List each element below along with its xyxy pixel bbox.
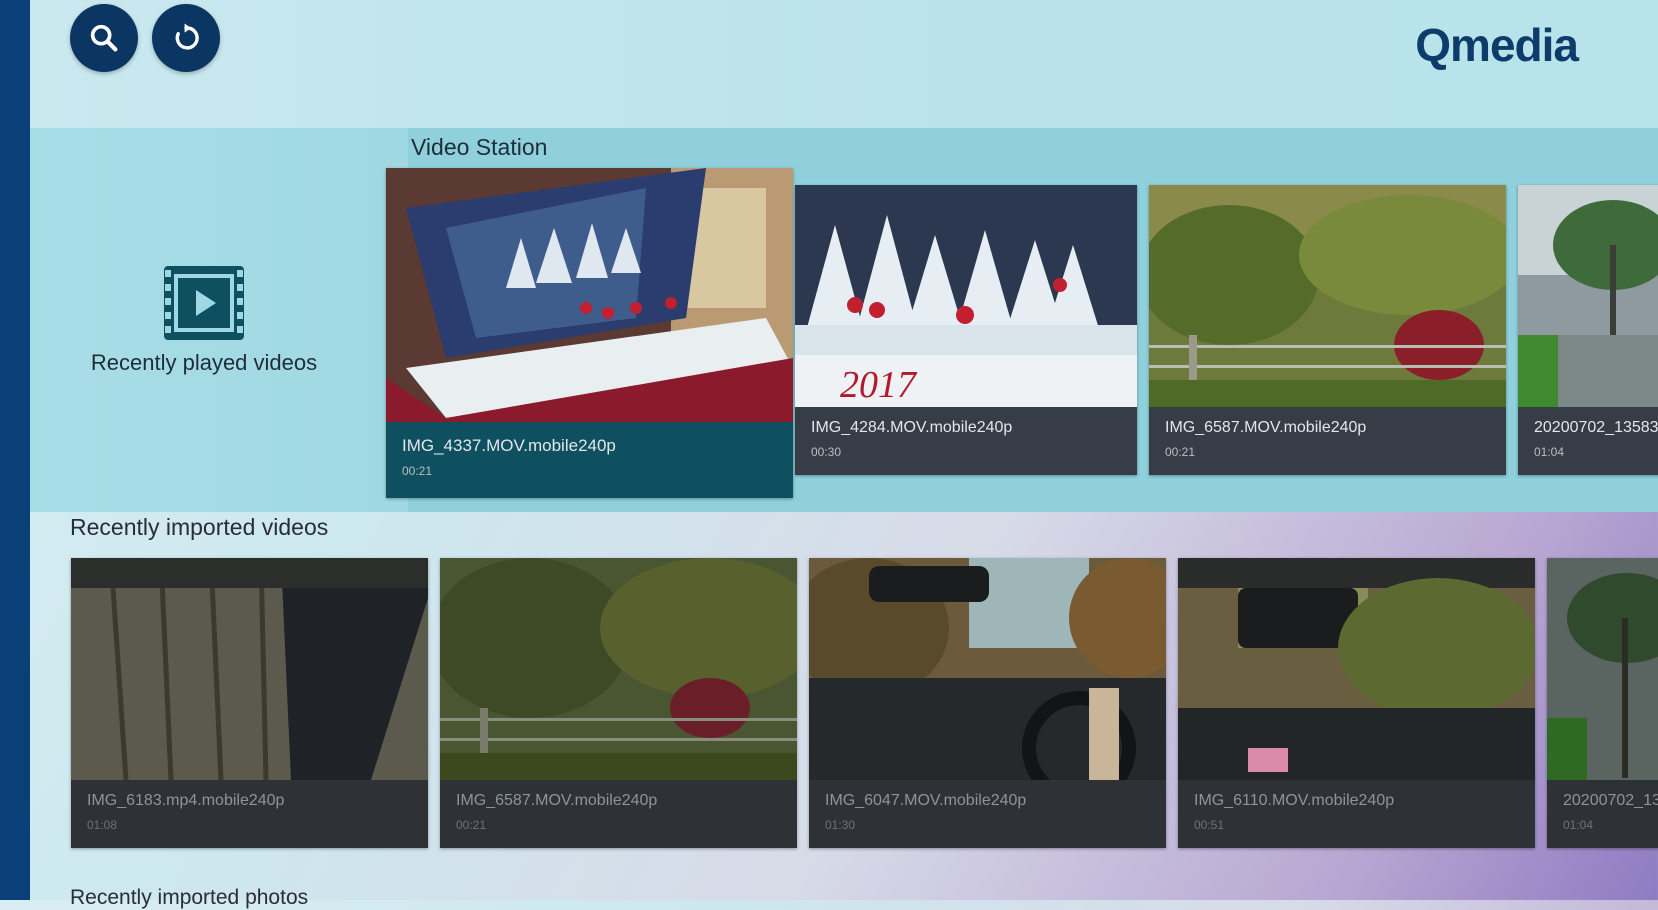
video-info-bar: 20200702_135835 01:04: [1518, 407, 1658, 475]
video-thumbnail: [386, 168, 793, 422]
video-card[interactable]: 2017 IMG_4284.MOV.mobile240p 00:30: [795, 185, 1137, 475]
video-card[interactable]: 20200702_135835 01:04: [1518, 185, 1658, 475]
search-button[interactable]: [70, 4, 138, 72]
qmedia-logo: Qmedia: [1415, 19, 1579, 71]
video-name: IMG_4284.MOV.mobile240p: [811, 419, 1013, 436]
video-name: IMG_6587.MOV.mobile240p: [1165, 419, 1367, 436]
recently-imported-photos-title: Recently imported photos: [70, 886, 309, 909]
video-info-bar: IMG_6110.MOV.mobile240p 00:51: [1178, 780, 1535, 848]
video-card[interactable]: IMG_6587.MOV.mobile240p 00:21: [440, 558, 797, 848]
svg-text:2017: 2017: [840, 364, 918, 406]
video-duration: 00:30: [811, 445, 842, 459]
left-rail: [0, 0, 30, 900]
video-info-bar: IMG_6587.MOV.mobile240p 00:21: [440, 780, 797, 848]
film-play-icon: [164, 266, 244, 340]
video-thumbnail: [1149, 185, 1506, 407]
video-duration: 00:21: [1165, 445, 1196, 459]
video-duration: 00:21: [456, 818, 487, 832]
refresh-button[interactable]: [152, 4, 220, 72]
video-thumbnail: [1178, 558, 1535, 780]
video-duration: 01:30: [825, 818, 856, 832]
video-card[interactable]: IMG_6110.MOV.mobile240p 00:51: [1178, 558, 1535, 848]
video-name: 20200702_135835: [1534, 419, 1658, 436]
video-info-bar: IMG_4284.MOV.mobile240p 00:30: [795, 407, 1137, 475]
recently-played-label: Recently played videos: [90, 350, 318, 375]
video-name: 20200702_135: [1563, 792, 1658, 809]
video-thumbnail: [1547, 558, 1658, 780]
video-thumbnail: [440, 558, 797, 780]
recently-imported-videos-title: Recently imported videos: [70, 514, 329, 540]
video-info-bar: IMG_6587.MOV.mobile240p 00:21: [1149, 407, 1506, 475]
video-name: IMG_6587.MOV.mobile240p: [456, 792, 658, 809]
video-duration: 01:04: [1563, 818, 1594, 832]
video-info-bar: 20200702_135 01:04: [1547, 780, 1658, 848]
video-info-bar: IMG_6047.MOV.mobile240p 01:30: [809, 780, 1166, 848]
recently-played-videos-button[interactable]: Recently played videos: [30, 128, 378, 512]
video-duration: 00:21: [402, 464, 433, 478]
video-card[interactable]: 20200702_135 01:04: [1547, 558, 1658, 848]
video-name: IMG_6110.MOV.mobile240p: [1194, 792, 1395, 809]
video-info-bar: IMG_4337.MOV.mobile240p 00:21: [386, 422, 793, 498]
video-thumbnail: 2017: [795, 185, 1137, 407]
video-thumbnail: [71, 558, 428, 780]
video-duration: 01:08: [87, 818, 118, 832]
video-card[interactable]: IMG_6183.mp4.mobile240p 01:08: [71, 558, 428, 848]
video-card[interactable]: IMG_4337.MOV.mobile240p 00:21: [386, 168, 793, 498]
video-info-bar: IMG_6183.mp4.mobile240p 01:08: [71, 780, 428, 848]
video-station-title: Video Station: [411, 134, 548, 160]
top-bar: Qmedia: [30, 0, 1658, 128]
search-icon: [90, 24, 118, 52]
video-thumbnail: [809, 558, 1166, 780]
video-duration: 01:04: [1534, 445, 1565, 459]
refresh-icon: [175, 23, 199, 50]
video-card[interactable]: IMG_6587.MOV.mobile240p 00:21: [1149, 185, 1506, 475]
video-duration: 00:51: [1194, 818, 1225, 832]
video-name: IMG_6047.MOV.mobile240p: [825, 792, 1027, 809]
video-name: IMG_4337.MOV.mobile240p: [402, 436, 616, 455]
video-card[interactable]: IMG_6047.MOV.mobile240p 01:30: [809, 558, 1166, 848]
video-thumbnail: [1518, 185, 1658, 407]
video-name: IMG_6183.mp4.mobile240p: [87, 792, 285, 809]
